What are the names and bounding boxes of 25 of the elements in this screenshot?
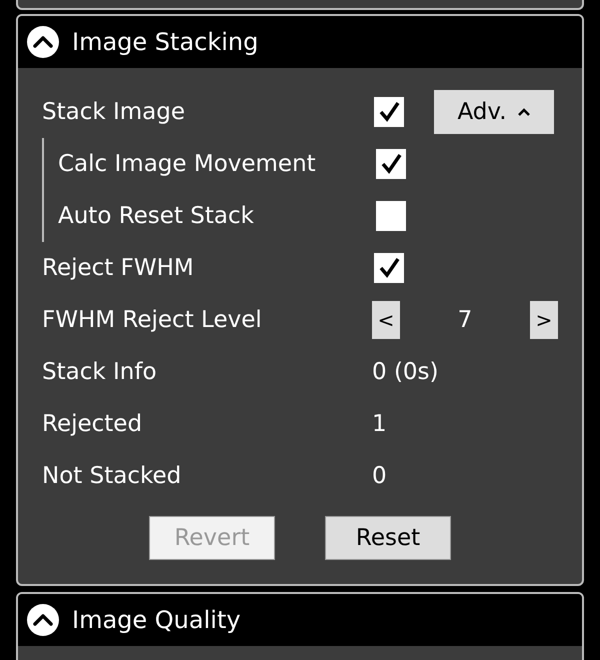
setting-label: Not Stacked — [42, 463, 182, 489]
info-value: 0 (0s) — [372, 359, 439, 385]
setting-label: Rejected — [42, 411, 144, 437]
caret-up-icon — [516, 107, 531, 117]
panel-title: Image Stacking — [72, 28, 258, 56]
action-button[interactable]: Reset — [325, 516, 451, 560]
chevron-up-icon[interactable] — [26, 603, 60, 637]
checkbox[interactable] — [376, 201, 406, 231]
setting-label: Auto Reset Stack — [57, 203, 255, 229]
setting-label: Stack Image — [42, 99, 186, 125]
info-value: 0 — [372, 463, 387, 489]
level-value: 7 — [456, 307, 474, 333]
setting-label: Calc Image Movement — [57, 151, 317, 177]
setting-label: Stack Info — [42, 359, 158, 385]
checkbox[interactable] — [376, 149, 406, 179]
checkbox[interactable] — [374, 97, 404, 127]
panel-title: Image Quality — [72, 606, 241, 634]
decrement-button[interactable]: < — [372, 301, 400, 339]
increment-button[interactable]: > — [530, 301, 558, 339]
info-value: 1 — [372, 411, 387, 437]
chevron-up-icon[interactable] — [26, 25, 60, 59]
setting-label: FWHM Reject Level — [42, 307, 263, 333]
setting-label: Reject FWHM — [42, 255, 195, 281]
advanced-button[interactable]: Adv. — [434, 90, 554, 134]
checkbox[interactable] — [374, 253, 404, 283]
